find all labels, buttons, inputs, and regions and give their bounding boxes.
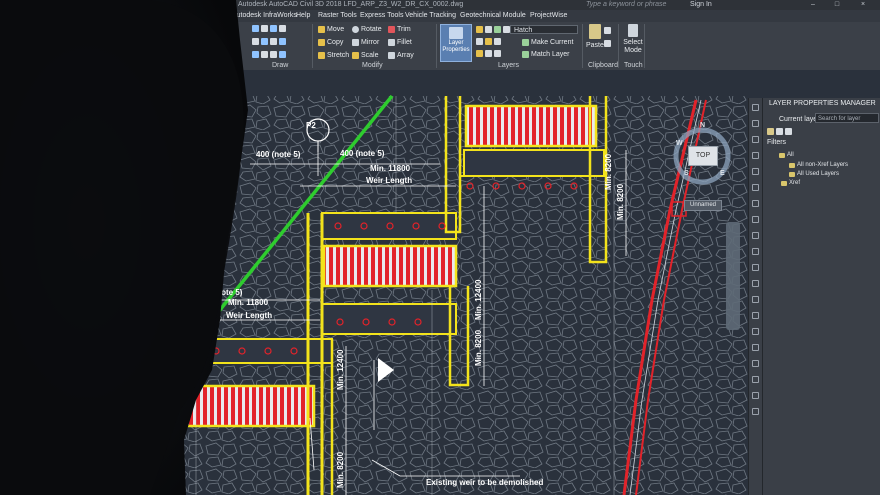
cad-application-window: Autodesk AutoCAD Civil 3D 2018 LFD_ARP_Z… [0, 0, 880, 495]
foreground-person-silhouette [0, 0, 248, 495]
